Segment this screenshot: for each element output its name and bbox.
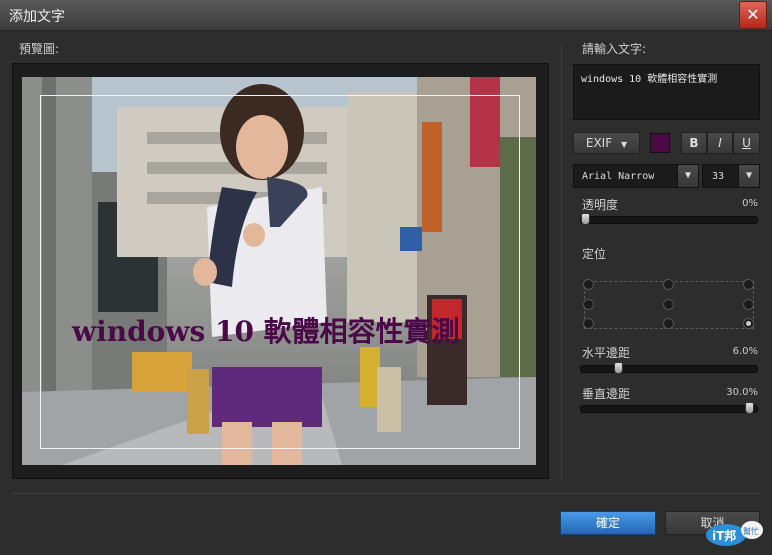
preview-label: 預覽圖: <box>19 42 60 56</box>
text-input[interactable]: windows 10 軟體相容性實測 <box>573 64 760 120</box>
anchor-middle-right[interactable] <box>743 299 754 310</box>
anchor-bottom-center[interactable] <box>663 318 674 329</box>
h-margin-label: 水平邊距 <box>582 346 631 360</box>
anchor-bottom-right[interactable] <box>743 318 754 329</box>
bold-button[interactable]: B <box>681 132 707 154</box>
position-label: 定位 <box>582 247 607 261</box>
ithelp-watermark-logo: iT邦 幫忙 <box>704 518 764 548</box>
font-size-value: 33 <box>712 171 725 182</box>
exif-dropdown[interactable]: EXIF ▼ <box>573 132 640 154</box>
v-margin-slider-track[interactable] <box>580 405 758 413</box>
anchor-bottom-left[interactable] <box>583 318 594 329</box>
anchor-top-right[interactable] <box>743 279 754 290</box>
v-margin-slider-thumb[interactable] <box>745 402 754 414</box>
opacity-value: 0% <box>742 198 758 209</box>
anchor-top-left[interactable] <box>583 279 594 290</box>
svg-text:iT邦: iT邦 <box>712 528 736 543</box>
footer-divider <box>12 493 761 494</box>
ok-button[interactable]: 確定 <box>560 511 656 535</box>
font-family-value: Arial Narrow <box>582 171 655 182</box>
close-icon: ✕ <box>746 5 760 24</box>
v-margin-label: 垂直邊距 <box>582 387 631 401</box>
chevron-down-icon: ▼ <box>677 165 698 187</box>
vertical-divider <box>561 44 562 480</box>
anchor-top-center[interactable] <box>663 279 674 290</box>
opacity-slider-track[interactable] <box>580 216 758 224</box>
window-title: 添加文字 <box>9 9 65 25</box>
opacity-slider-thumb[interactable] <box>581 213 590 225</box>
font-size-select[interactable]: 33 ▼ <box>702 164 760 188</box>
h-margin-value: 6.0% <box>732 346 758 357</box>
exif-label: EXIF <box>585 136 613 150</box>
text-input-label: 請輸入文字: <box>582 42 647 56</box>
opacity-label: 透明度 <box>582 198 619 212</box>
anchor-middle-center[interactable] <box>663 299 674 310</box>
title-bar: 添加文字 ✕ <box>0 0 772 31</box>
text-bounding-box[interactable] <box>40 95 520 449</box>
underline-button[interactable]: U <box>733 132 760 154</box>
h-margin-slider-thumb[interactable] <box>614 362 623 374</box>
position-anchor-grid <box>583 279 754 329</box>
chevron-down-icon: ▼ <box>738 165 759 187</box>
anchor-middle-left[interactable] <box>583 299 594 310</box>
close-button[interactable]: ✕ <box>739 1 767 29</box>
v-margin-value: 30.0% <box>726 387 758 398</box>
italic-button[interactable]: I <box>707 132 733 154</box>
preview-overlay-text[interactable]: windows 10 軟體相容性實測 <box>72 310 460 350</box>
h-margin-slider-track[interactable] <box>580 365 758 373</box>
color-swatch[interactable] <box>650 133 670 153</box>
svg-text:幫忙: 幫忙 <box>743 526 759 536</box>
font-family-select[interactable]: Arial Narrow ▼ <box>573 164 699 188</box>
chevron-down-icon: ▼ <box>620 140 628 149</box>
